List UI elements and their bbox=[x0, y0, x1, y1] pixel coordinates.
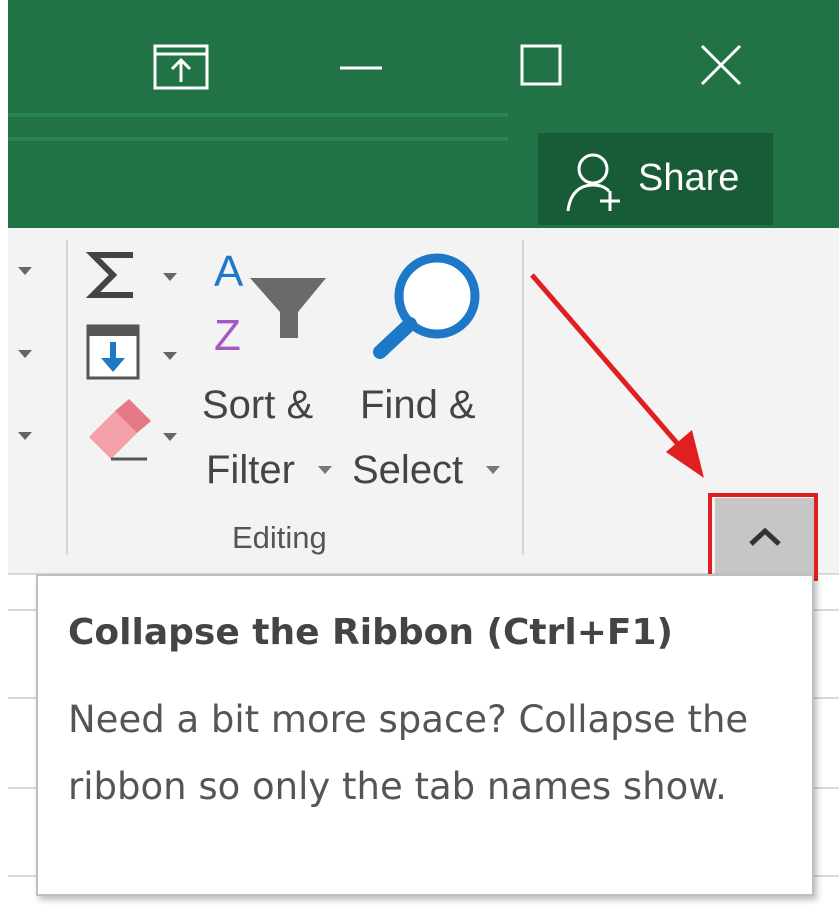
minimize-button[interactable] bbox=[326, 30, 396, 100]
chevron-down-icon bbox=[18, 267, 32, 275]
svg-text:A: A bbox=[214, 248, 244, 296]
find-select-button[interactable]: Find & Select bbox=[352, 248, 512, 503]
window-edge bbox=[0, 0, 8, 905]
add-person-icon bbox=[566, 153, 620, 212]
autosum-button[interactable] bbox=[85, 245, 185, 305]
maximize-button[interactable] bbox=[506, 30, 576, 100]
share-button[interactable]: Share bbox=[538, 133, 773, 225]
editing-group-label: Editing bbox=[232, 520, 327, 555]
group-separator bbox=[66, 240, 68, 555]
tooltip: Collapse the Ribbon (Ctrl+F1) Need a bit… bbox=[36, 574, 814, 896]
sort-filter-button[interactable]: A Z Sort & Filter bbox=[200, 247, 340, 503]
chevron-down-icon bbox=[18, 432, 32, 440]
ribbon-display-options-icon bbox=[153, 44, 209, 90]
eraser-icon bbox=[89, 399, 177, 461]
chevron-down-icon bbox=[486, 466, 500, 474]
fill-button[interactable] bbox=[85, 320, 185, 385]
fill-down-icon bbox=[86, 324, 177, 380]
minimize-icon bbox=[340, 66, 382, 70]
tooltip-title: Collapse the Ribbon (Ctrl+F1) bbox=[68, 612, 673, 653]
chevron-down-icon bbox=[18, 350, 32, 358]
share-label: Share bbox=[638, 157, 740, 199]
close-icon bbox=[700, 44, 742, 86]
ribbon-display-options-button[interactable] bbox=[147, 30, 217, 100]
svg-text:Z: Z bbox=[214, 311, 241, 358]
sigma-icon bbox=[85, 252, 177, 298]
sort-filter-label-line1: Sort & bbox=[202, 383, 314, 427]
tooltip-body: Need a bit more space? Collapse the ribb… bbox=[68, 698, 749, 808]
sort-filter-label-line2: Filter bbox=[206, 448, 295, 492]
maximize-icon bbox=[520, 44, 562, 86]
tell-me-bar[interactable] bbox=[8, 113, 508, 141]
highlight-box bbox=[708, 493, 818, 581]
sort-az-filter-icon: A Z bbox=[214, 247, 326, 360]
clear-button[interactable] bbox=[85, 395, 185, 465]
close-button[interactable] bbox=[686, 30, 756, 100]
find-select-label-line2: Select bbox=[352, 448, 464, 492]
chevron-down-icon bbox=[318, 466, 332, 474]
magnifier-icon bbox=[373, 253, 480, 359]
group-separator bbox=[522, 240, 524, 555]
title-bar: Share bbox=[0, 0, 839, 228]
find-select-label-line1: Find & bbox=[360, 383, 476, 427]
